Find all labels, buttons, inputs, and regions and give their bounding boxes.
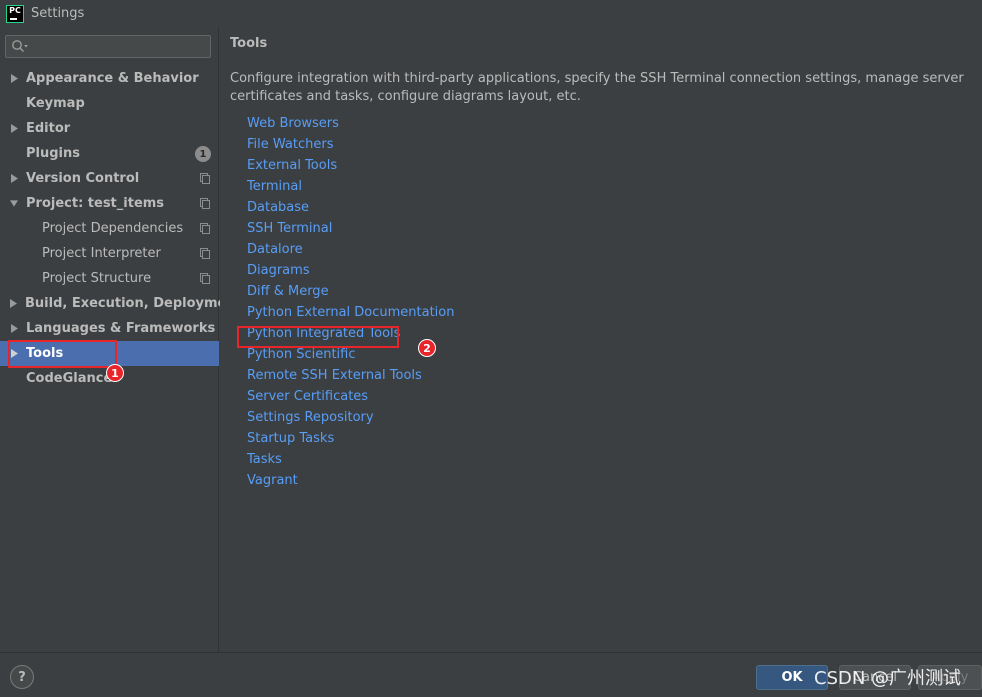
link-file-watchers[interactable]: File Watchers [247, 134, 454, 155]
pycharm-logo-icon: PC [6, 4, 24, 23]
page-title: Tools [230, 36, 268, 51]
link-ssh-terminal[interactable]: SSH Terminal [247, 218, 454, 239]
sidebar-item-project-interpreter[interactable]: Project Interpreter [0, 241, 219, 266]
project-scope-icon [200, 173, 210, 184]
sidebar-item-label: Version Control [26, 171, 140, 186]
sidebar-item-keymap[interactable]: Keymap [0, 91, 219, 116]
search-icon [12, 40, 28, 53]
link-startup-tasks[interactable]: Startup Tasks [247, 428, 454, 449]
plugins-update-badge: 1 [195, 146, 211, 162]
sidebar-item-project-dependencies[interactable]: Project Dependencies [0, 216, 219, 241]
sidebar-item-label: Project Interpreter [42, 246, 161, 261]
sidebar-item-build-execution-deployment[interactable]: Build, Execution, Deployment [0, 291, 242, 316]
chevron-right-icon[interactable] [10, 124, 18, 134]
project-scope-icon [200, 198, 210, 209]
sidebar-item-label: Editor [26, 121, 71, 136]
sidebar-item-label: Keymap [26, 96, 85, 111]
link-remote-ssh-external-tools[interactable]: Remote SSH External Tools [247, 365, 454, 386]
link-terminal[interactable]: Terminal [247, 176, 454, 197]
sidebar-item-label: Appearance & Behavior [26, 71, 199, 86]
sidebar-item-label: Build, Execution, Deployment [25, 296, 242, 311]
search-field[interactable] [5, 35, 211, 58]
link-vagrant[interactable]: Vagrant [247, 470, 454, 491]
project-scope-icon [200, 248, 210, 259]
sidebar-item-appearance-behavior[interactable]: Appearance & Behavior [0, 66, 219, 91]
link-database[interactable]: Database [247, 197, 454, 218]
link-settings-repository[interactable]: Settings Repository [247, 407, 454, 428]
project-scope-icon [200, 223, 210, 234]
chevron-right-icon[interactable] [10, 324, 18, 334]
page-description: Configure integration with third-party a… [230, 71, 964, 104]
highlight-box-tools [8, 340, 117, 368]
chevron-right-icon[interactable] [10, 174, 18, 184]
chevron-down-icon[interactable] [10, 199, 18, 209]
sidebar-item-label: CodeGlance [26, 371, 113, 386]
sidebar-item-label: Project Structure [42, 271, 152, 286]
link-server-certificates[interactable]: Server Certificates [247, 386, 454, 407]
link-diff-merge[interactable]: Diff & Merge [247, 281, 454, 302]
search-input[interactable] [32, 37, 207, 56]
highlight-box-python-integrated-tools [237, 326, 399, 348]
tools-link-list: Web Browsers File Watchers External Tool… [247, 113, 454, 491]
sidebar-item-label: Languages & Frameworks [26, 321, 216, 336]
step-marker-1: 1 [106, 364, 124, 382]
sidebar-item-plugins[interactable]: Plugins 1 [0, 141, 219, 166]
link-python-external-documentation[interactable]: Python External Documentation [247, 302, 454, 323]
chevron-right-icon[interactable] [10, 74, 18, 84]
sidebar-item-label: Plugins [26, 146, 80, 161]
link-external-tools[interactable]: External Tools [247, 155, 454, 176]
sidebar-item-editor[interactable]: Editor [0, 116, 219, 141]
watermark-text: CSDN @广州测试 [814, 668, 962, 689]
sidebar-item-label: Project: test_items [26, 196, 165, 211]
sidebar-item-version-control[interactable]: Version Control [0, 166, 219, 191]
chevron-right-icon[interactable] [10, 299, 17, 309]
link-web-browsers[interactable]: Web Browsers [247, 113, 454, 134]
sidebar-item-label: Project Dependencies [42, 221, 184, 236]
link-diagrams[interactable]: Diagrams [247, 260, 454, 281]
sidebar-item-languages-frameworks[interactable]: Languages & Frameworks [0, 316, 219, 341]
window-title: Settings [31, 6, 85, 21]
project-scope-icon [200, 273, 210, 284]
sidebar-item-project[interactable]: Project: test_items [0, 191, 219, 216]
step-marker-2: 2 [418, 339, 436, 357]
link-datalore[interactable]: Datalore [247, 239, 454, 260]
title-bar: PC Settings [0, 0, 982, 27]
link-tasks[interactable]: Tasks [247, 449, 454, 470]
sidebar-item-project-structure[interactable]: Project Structure [0, 266, 219, 291]
help-button[interactable]: ? [10, 665, 34, 689]
